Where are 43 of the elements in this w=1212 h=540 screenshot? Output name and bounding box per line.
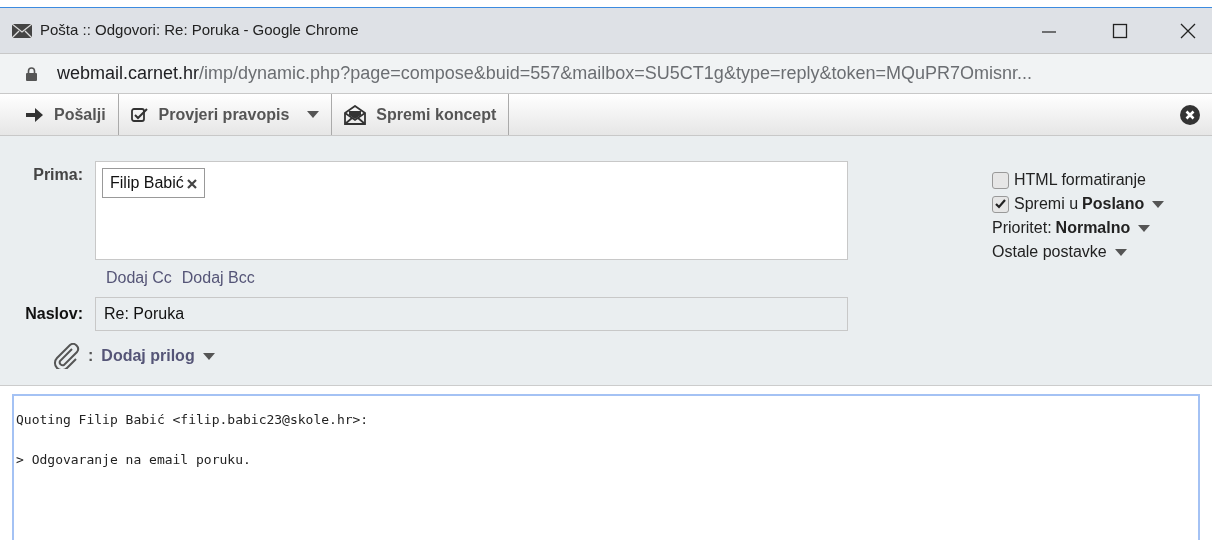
add-cc-link[interactable]: Dodaj Cc [106, 266, 172, 290]
attachment-separator: : [88, 346, 94, 366]
address-bar[interactable]: webmail.carnet.hr/imp/dynamic.php?page=compose&buid=557&mailbox=SU5CT1g&type=reply&token=MQuPR7Omisnr... [0, 53, 1212, 94]
checkbox[interactable] [992, 195, 1009, 213]
to-label: Prima: [32, 165, 84, 185]
option-value: Poslano [1082, 194, 1145, 214]
paperclip-icon [52, 343, 82, 369]
checkbox[interactable] [992, 171, 1009, 189]
window-title: Pošta :: Odgovori: Re: Poruka - Google Chrome [40, 20, 359, 41]
checkbox-check-icon [130, 106, 149, 123]
option-label: Prioritet: [992, 218, 1052, 238]
option-label: Spremi u [1014, 194, 1079, 214]
message-line: > Odgovaranje na email poruku. [16, 451, 252, 469]
close-icon[interactable] [1180, 22, 1196, 39]
option-label: HTML formatiranje [1014, 170, 1146, 190]
subject-field[interactable]: Re: Poruka [95, 297, 848, 331]
remove-icon[interactable] [186, 179, 197, 189]
caret-icon [202, 352, 215, 360]
save-draft-button[interactable]: Spremi koncept [332, 94, 510, 135]
options-menu[interactable]: Ostale postavke [992, 240, 1165, 264]
options-menu[interactable]: Prioritet: Normalno [992, 216, 1165, 240]
subject-label: Naslov: [24, 304, 84, 324]
add-bcc-link[interactable]: Dodaj Bcc [181, 266, 255, 290]
maximize-icon[interactable] [1112, 22, 1128, 39]
url-path: /imp/dynamic.php?page=compose&buid=557&mailbox=SU5CT1g&type=reply&token=MQuPR7Omisnr... [199, 62, 1033, 85]
lock-icon [26, 66, 37, 81]
envelope-icon [12, 23, 32, 38]
arrow-right-icon [26, 106, 44, 123]
message-body-editor[interactable]: Quoting Filip Babić <filip.babic23@skole.hr>: > Odgovaranje na email poruku. [12, 394, 1200, 540]
recipients-field[interactable]: Filip Babić [95, 161, 848, 260]
send-button[interactable]: Pošalji [14, 94, 119, 135]
close-icon[interactable] [1180, 104, 1200, 125]
url-domain: webmail.carnet.hr [57, 62, 200, 85]
open-envelope-icon [344, 104, 367, 125]
checkbox-option[interactable]: HTML formatiranje [992, 168, 1165, 192]
option-value: Normalno [1055, 218, 1131, 238]
option-label: Ostale postavke [992, 242, 1107, 262]
message-line: Quoting Filip Babić <filip.babic23@skole.hr>: [16, 411, 370, 429]
checkbox-option[interactable]: Spremi u Poslano [992, 192, 1165, 216]
spell-check-button[interactable]: Provjeri pravopis [118, 94, 333, 135]
recipient-chip[interactable]: Filip Babić [102, 168, 205, 198]
checkmark-icon [995, 199, 1006, 209]
add-attachment-button[interactable]: Dodaj prilog [101, 344, 215, 368]
